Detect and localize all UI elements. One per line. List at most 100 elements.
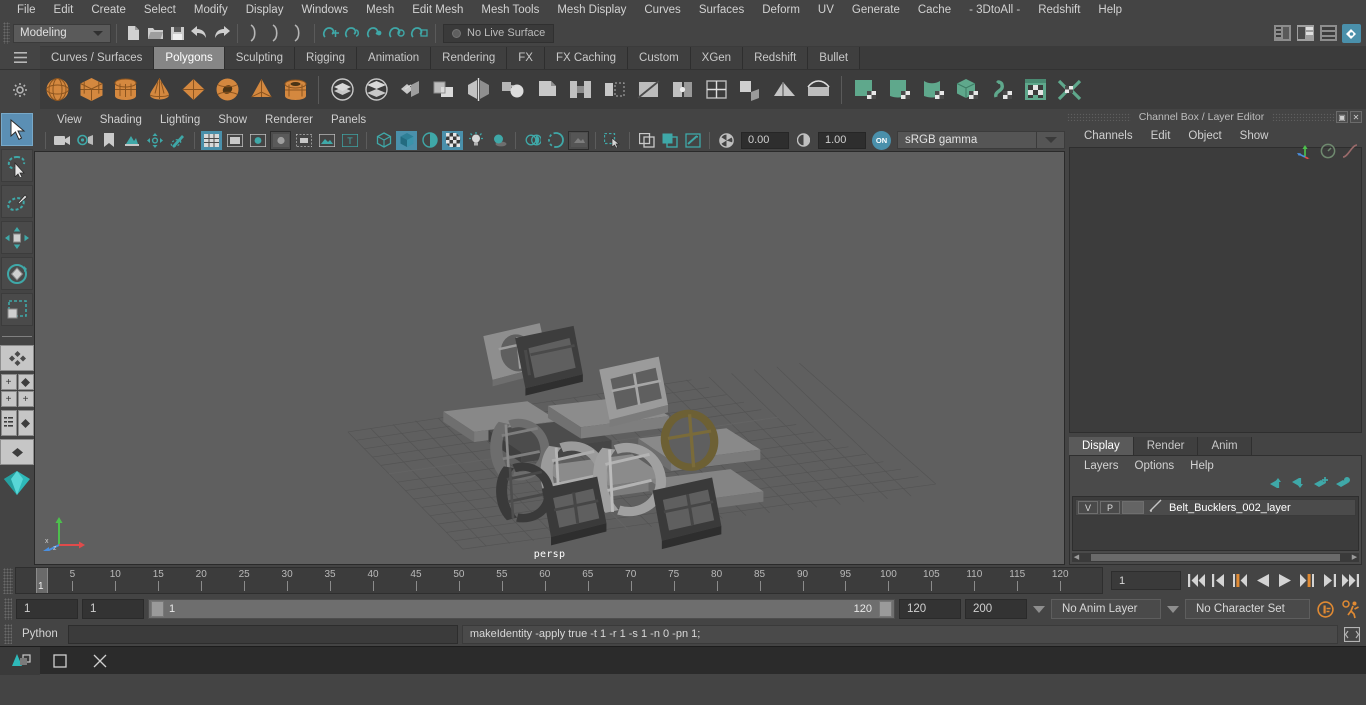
layer-color-swatch[interactable] xyxy=(1122,501,1144,514)
speed-icon[interactable] xyxy=(1320,143,1336,164)
viewport-menu-shading[interactable]: Shading xyxy=(91,114,151,126)
gate-mask-icon[interactable] xyxy=(270,130,291,150)
new-layer-from-selected-icon[interactable] xyxy=(1336,476,1351,494)
menu-mesh[interactable]: Mesh xyxy=(357,0,403,20)
layout-preset-split[interactable] xyxy=(0,410,34,436)
poly-cylinder-icon[interactable] xyxy=(109,74,141,106)
channel-box-menu-channels[interactable]: Channels xyxy=(1075,130,1142,142)
layer-menu-options[interactable]: Options xyxy=(1127,460,1183,472)
menu-file[interactable]: File xyxy=(8,0,45,20)
exposure-icon[interactable] xyxy=(716,131,737,150)
move-tool[interactable] xyxy=(1,221,33,254)
step-forward-key-icon[interactable] xyxy=(1297,571,1316,591)
step-back-key-icon[interactable] xyxy=(1231,571,1250,591)
layer-row[interactable]: V P Belt_Bucklers_002_layer xyxy=(1075,499,1356,516)
menu-edit-mesh[interactable]: Edit Mesh xyxy=(403,0,472,20)
window-close-icon[interactable] xyxy=(80,647,120,675)
scroll-right-arrow-icon[interactable]: ▶ xyxy=(1350,553,1359,562)
shelf-tab-menu-icon[interactable] xyxy=(0,46,40,69)
poly-crease-icon[interactable] xyxy=(768,74,800,106)
shaded-wireframe-icon[interactable] xyxy=(419,131,440,150)
menu-modify[interactable]: Modify xyxy=(185,0,237,20)
snap-curve-icon[interactable] xyxy=(342,22,364,44)
step-back-frame-icon[interactable] xyxy=(1209,571,1228,591)
move-layer-down-icon[interactable] xyxy=(1292,476,1307,494)
selection-mask-object-icon[interactable] xyxy=(265,22,287,44)
poly-smooth-icon[interactable] xyxy=(496,74,528,106)
layer-menu-help[interactable]: Help xyxy=(1182,460,1222,472)
new-layer-icon[interactable] xyxy=(1314,476,1329,494)
xray-toggle-icon[interactable] xyxy=(636,131,657,150)
shelf-tab-fx[interactable]: FX xyxy=(507,47,545,69)
shelf-tab-curves-surfaces[interactable]: Curves / Surfaces xyxy=(40,47,155,69)
color-management-toggle[interactable]: ON xyxy=(872,130,891,150)
script-editor-icon[interactable] xyxy=(1342,624,1362,644)
image-plane-icon[interactable] xyxy=(121,131,142,150)
smooth-shade-all-icon[interactable] xyxy=(396,130,417,150)
range-slider-grip[interactable] xyxy=(4,598,12,620)
wireframe-icon[interactable] xyxy=(373,131,394,150)
uv-cylindrical-icon[interactable] xyxy=(883,74,915,106)
multisample-aa-icon[interactable] xyxy=(545,131,566,150)
undo-icon[interactable] xyxy=(188,22,210,44)
poly-sphere-icon[interactable] xyxy=(41,74,73,106)
menu-mesh-tools[interactable]: Mesh Tools xyxy=(472,0,548,20)
exposure-field[interactable]: 0.00 xyxy=(741,131,789,149)
safe-action-icon[interactable] xyxy=(316,131,337,150)
menu-deform[interactable]: Deform xyxy=(753,0,809,20)
open-scene-icon[interactable] xyxy=(144,22,166,44)
poly-plane-icon[interactable] xyxy=(177,74,209,106)
layer-name[interactable]: Belt_Bucklers_002_layer xyxy=(1164,502,1291,514)
poly-mirror-icon[interactable] xyxy=(462,74,494,106)
range-start-field[interactable]: 1 xyxy=(82,599,144,619)
menu-set-selector[interactable]: Modeling xyxy=(13,23,111,43)
anim-layer-chevron-down-icon[interactable] xyxy=(1031,599,1047,619)
poly-extract-icon[interactable] xyxy=(394,74,426,106)
go-to-start-icon[interactable] xyxy=(1187,571,1206,591)
select-tool[interactable] xyxy=(1,113,33,146)
layer-list-horizontal-scrollbar[interactable]: ◀ ▶ xyxy=(1072,553,1359,562)
menu-3dtoall[interactable]: - 3DtoAll - xyxy=(960,0,1029,20)
selection-mask-component-icon[interactable] xyxy=(287,22,309,44)
menu-generate[interactable]: Generate xyxy=(843,0,909,20)
live-surface-indicator[interactable]: No Live Surface xyxy=(443,23,555,43)
layer-visibility-toggle[interactable]: V xyxy=(1078,501,1098,514)
menu-edit[interactable]: Edit xyxy=(45,0,83,20)
shelf-tab-fx-caching[interactable]: FX Caching xyxy=(544,47,629,69)
menu-mesh-display[interactable]: Mesh Display xyxy=(548,0,635,20)
menu-select[interactable]: Select xyxy=(135,0,185,20)
uv-editor-icon[interactable] xyxy=(1019,74,1051,106)
sidebar-outliner-icon[interactable] xyxy=(1272,23,1293,44)
menu-uv[interactable]: UV xyxy=(809,0,843,20)
snap-grid-icon[interactable] xyxy=(320,22,342,44)
uv-planar-icon[interactable] xyxy=(849,74,881,106)
view-transform-chevron-down-icon[interactable] xyxy=(1037,131,1065,149)
poly-sculpt-icon[interactable] xyxy=(802,74,834,106)
scroll-left-arrow-icon[interactable]: ◀ xyxy=(1072,553,1081,562)
menu-create[interactable]: Create xyxy=(82,0,135,20)
viewport-menu-show[interactable]: Show xyxy=(209,114,256,126)
selection-mask-hierarchy-icon[interactable] xyxy=(243,22,265,44)
persp-panel-layout[interactable] xyxy=(17,410,34,436)
anim-layer-selector[interactable]: No Anim Layer xyxy=(1051,599,1161,619)
go-to-end-icon[interactable] xyxy=(1341,571,1360,591)
viewport-menu-renderer[interactable]: Renderer xyxy=(256,114,322,126)
auto-key-icon[interactable] xyxy=(1314,598,1336,620)
single-perspective-view-layout[interactable] xyxy=(0,345,34,371)
scrollbar-thumb[interactable] xyxy=(1091,554,1340,561)
close-icon[interactable]: ✕ xyxy=(1350,111,1362,123)
animation-preferences-icon[interactable] xyxy=(1340,598,1362,620)
rotate-tool[interactable] xyxy=(1,257,33,290)
undock-icon[interactable]: ▣ xyxy=(1336,111,1348,123)
poly-cone-icon[interactable] xyxy=(143,74,175,106)
isolate-select-icon[interactable] xyxy=(602,131,623,150)
channel-box-content[interactable] xyxy=(1069,147,1362,433)
poly-append-icon[interactable] xyxy=(598,74,630,106)
viewport-menu-panels[interactable]: Panels xyxy=(322,114,375,126)
xray-joints-icon[interactable] xyxy=(659,131,680,150)
menu-display[interactable]: Display xyxy=(237,0,293,20)
uv-contour-stretch-icon[interactable] xyxy=(985,74,1017,106)
poly-pyramid-icon[interactable] xyxy=(245,74,277,106)
poly-separate-icon[interactable] xyxy=(360,74,392,106)
channel-box-menu-show[interactable]: Show xyxy=(1231,130,1278,142)
